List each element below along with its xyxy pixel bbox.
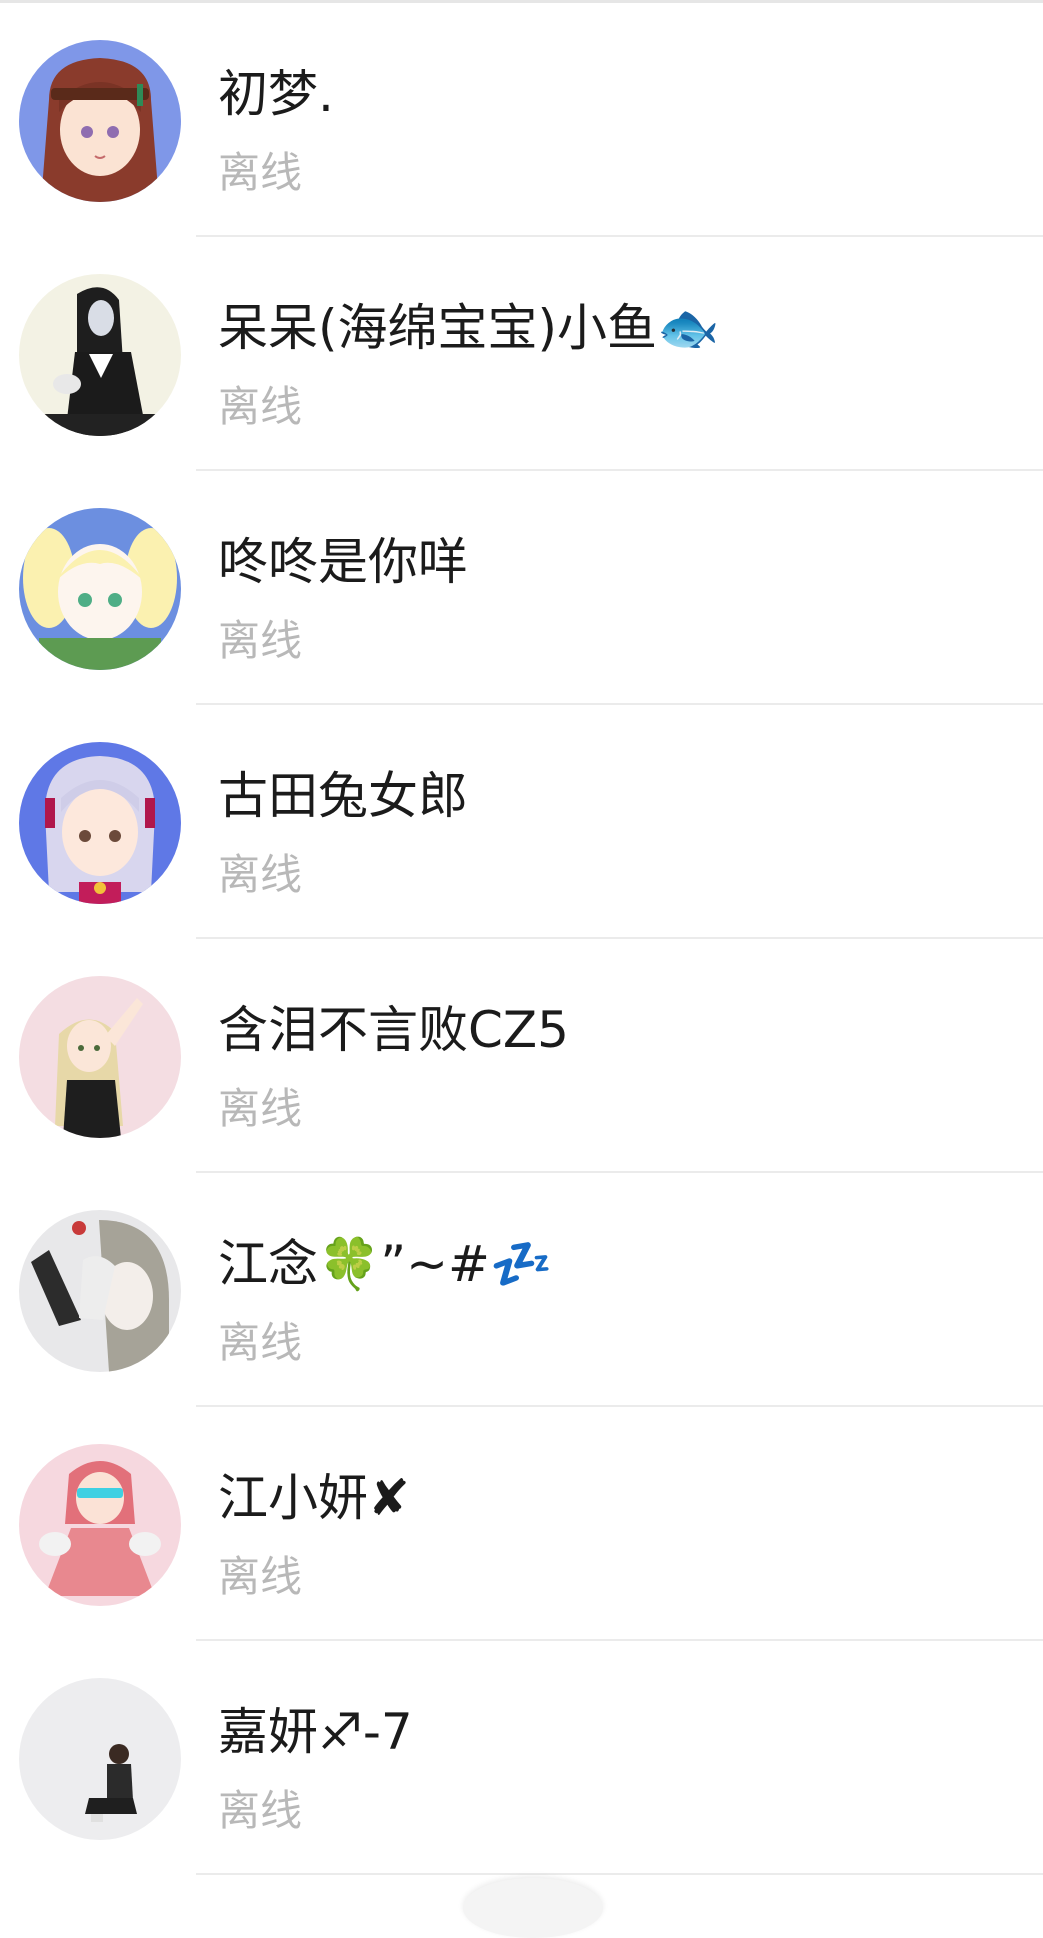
contact-name: 呆呆(海绵宝宝)小鱼🐟 <box>218 299 720 357</box>
contact-row[interactable]: 江念🍀”~#💤 离线 <box>0 1173 1043 1407</box>
sitting-figure-avatar[interactable] <box>19 1678 181 1840</box>
anime-girl-silver-hair-avatar[interactable] <box>19 742 181 904</box>
contact-list: 初梦. 离线 呆呆(海绵宝宝)小鱼🐟 离线 咚咚是你咩 离线 古田兔女郎 离线 … <box>0 3 1043 1893</box>
contact-status: 离线 <box>218 1786 303 1835</box>
contact-row[interactable]: 古田兔女郎 离线 <box>0 705 1043 939</box>
contact-name: 江念🍀”~#💤 <box>218 1235 553 1293</box>
contact-name: 初梦. <box>218 65 334 123</box>
contact-name: 含泪不言败CZ5 <box>218 1001 569 1059</box>
contact-name: 江小妍✘ <box>218 1469 410 1527</box>
contact-status: 离线 <box>218 148 303 197</box>
contact-row[interactable]: 咚咚是你咩 离线 <box>0 471 1043 705</box>
row-divider <box>196 1873 1043 1875</box>
contact-status: 离线 <box>218 1318 303 1367</box>
floating-button-edge[interactable] <box>463 1878 603 1938</box>
anime-girl-headband-avatar[interactable] <box>19 40 181 202</box>
anime-girl-dark-dress-avatar[interactable] <box>19 274 181 436</box>
anime-girl-pink-dress-avatar[interactable] <box>19 1444 181 1606</box>
contact-status: 离线 <box>218 850 303 899</box>
contact-name: 咚咚是你咩 <box>218 533 468 591</box>
contact-name: 嘉妍♐-7 <box>218 1703 413 1761</box>
contact-status: 离线 <box>218 616 303 665</box>
contact-row[interactable]: 呆呆(海绵宝宝)小鱼🐟 离线 <box>0 237 1043 471</box>
anime-girl-gray-avatar[interactable] <box>19 1210 181 1372</box>
contact-status: 离线 <box>218 382 303 431</box>
contact-row[interactable]: 含泪不言败CZ5 离线 <box>0 939 1043 1173</box>
contact-status: 离线 <box>218 1084 303 1133</box>
anime-girl-waving-avatar[interactable] <box>19 976 181 1138</box>
contact-row[interactable]: 初梦. 离线 <box>0 3 1043 237</box>
contact-name: 古田兔女郎 <box>218 767 468 825</box>
contact-row[interactable]: 嘉妍♐-7 离线 <box>0 1641 1043 1875</box>
contact-status: 离线 <box>218 1552 303 1601</box>
contact-row[interactable]: 江小妍✘ 离线 <box>0 1407 1043 1641</box>
anime-girl-blonde-avatar[interactable] <box>19 508 181 670</box>
